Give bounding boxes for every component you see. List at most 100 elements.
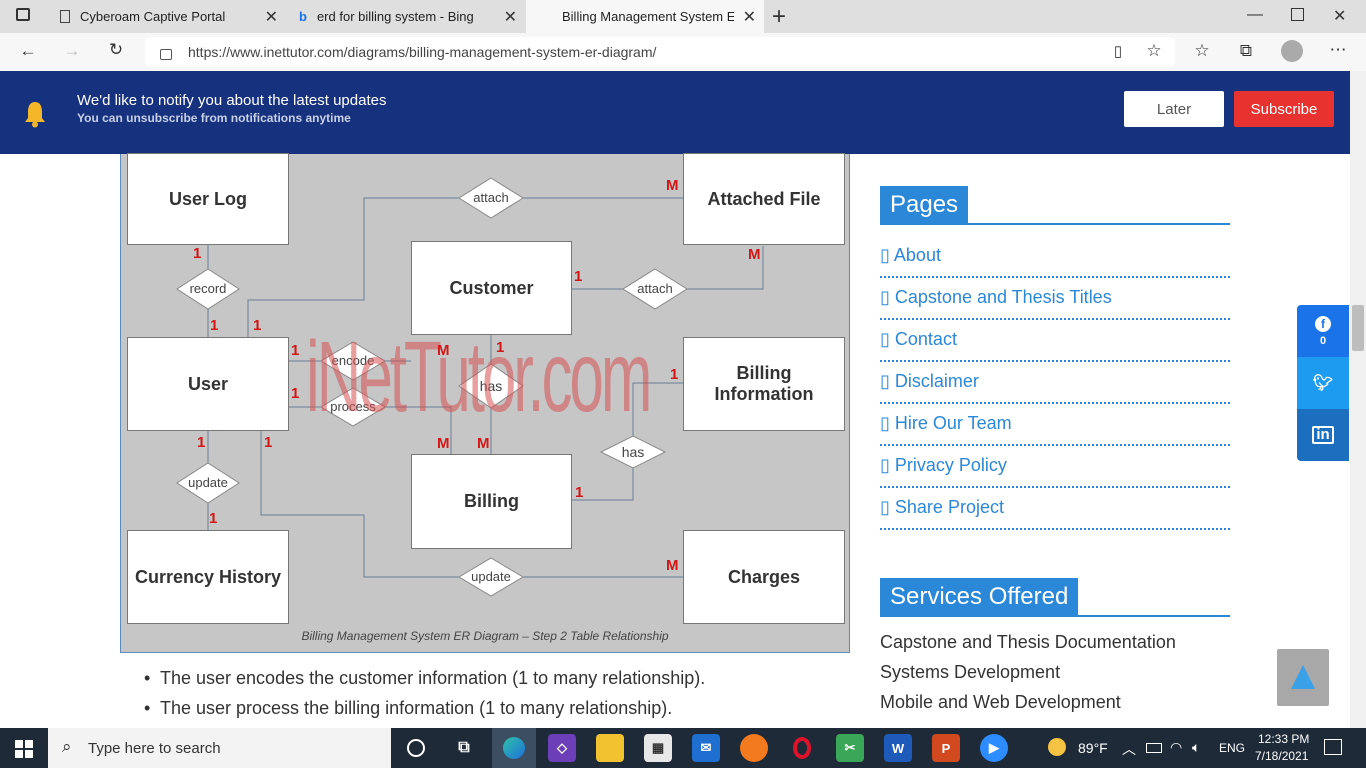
- cardinality-marker: 1: [193, 245, 202, 262]
- search-icon: ⌕: [62, 737, 72, 756]
- entity-billing-information: Billing Information: [683, 337, 845, 431]
- cardinality-marker: 1: [291, 385, 300, 402]
- mail-icon[interactable]: ✉: [692, 734, 720, 762]
- sidebar-item-hire[interactable]: ▯ Hire Our Team: [880, 404, 1230, 446]
- er-diagram: User Log Attached File Customer User Bil…: [120, 153, 850, 653]
- zoom-icon[interactable]: ▶: [980, 734, 1008, 762]
- snipping-icon[interactable]: ✂: [836, 734, 864, 762]
- opera-icon[interactable]: [788, 734, 816, 762]
- close-icon[interactable]: ✕: [743, 7, 756, 27]
- sidebar-link[interactable]: ▯ Contact: [880, 329, 957, 350]
- powerpoint-icon[interactable]: P: [932, 734, 960, 762]
- tab-billing-erd[interactable]: Billing Management System ER D ✕: [526, 0, 764, 33]
- language-indicator[interactable]: ENG: [1219, 741, 1245, 755]
- task-view-icon[interactable]: ⧉: [450, 734, 478, 762]
- reader-icon[interactable]: ▯: [1106, 42, 1130, 60]
- tab-cyberoam[interactable]: Cyberoam Captive Portal ✕: [48, 0, 286, 33]
- refresh-icon[interactable]: ↻: [104, 40, 128, 60]
- sidebar-link[interactable]: ▯ Capstone and Thesis Titles: [880, 287, 1112, 308]
- volume-icon[interactable]: 🔈︎: [1192, 739, 1200, 756]
- wifi-icon[interactable]: ◠: [1170, 739, 1182, 756]
- pages-heading: Pages: [880, 186, 1230, 225]
- sidebar-item-disclaimer[interactable]: ▯ Disclaimer: [880, 362, 1230, 404]
- battery-icon[interactable]: [1146, 743, 1162, 753]
- sidebar-item-share[interactable]: ▯ Share Project: [880, 488, 1230, 530]
- minimize-icon[interactable]: —: [1247, 6, 1263, 24]
- taskbar-search[interactable]: ⌕ Type here to search: [48, 728, 391, 768]
- window-close-icon[interactable]: ✕: [1333, 6, 1346, 26]
- services-heading: Services Offered: [880, 578, 1230, 617]
- url-text[interactable]: https://www.inettutor.com/diagrams/billi…: [188, 44, 656, 60]
- back-to-top-button[interactable]: [1277, 649, 1329, 706]
- sidebar-link[interactable]: ▯ Disclaimer: [880, 371, 979, 392]
- facebook-share-button[interactable]: f 0: [1297, 305, 1349, 357]
- notify-title: We'd like to notify you about the latest…: [77, 92, 387, 109]
- linkedin-share-button[interactable]: in: [1297, 409, 1349, 461]
- cardinality-marker: 1: [496, 339, 505, 356]
- relationship-update: update: [471, 569, 511, 584]
- profile-icon[interactable]: [1281, 40, 1303, 62]
- word-icon[interactable]: W: [884, 734, 912, 762]
- cardinality-marker: M: [666, 177, 679, 194]
- add-favorite-icon[interactable]: ☆: [1142, 41, 1166, 61]
- forward-icon[interactable]: →: [60, 41, 84, 61]
- maximize-icon[interactable]: [1291, 8, 1304, 21]
- lock-icon[interactable]: [160, 49, 172, 60]
- chevron-up-icon[interactable]: ︿: [1122, 739, 1136, 759]
- store-icon[interactable]: ▦: [644, 734, 672, 762]
- search-placeholder: Type here to search: [88, 740, 221, 757]
- twitter-share-button[interactable]: 🐦︎: [1297, 357, 1349, 409]
- back-icon[interactable]: ←: [16, 41, 40, 61]
- relationship-attach: attach: [637, 281, 673, 296]
- facebook-icon: f: [1315, 315, 1331, 332]
- file-explorer-icon[interactable]: [596, 734, 624, 762]
- twitter-icon: 🐦︎: [1312, 375, 1334, 392]
- tab-title: Billing Management System ER D: [562, 9, 734, 24]
- visual-studio-icon[interactable]: ◇: [548, 734, 576, 762]
- watermark-logo: iNetTutor.com: [306, 321, 652, 433]
- tab-actions-icon[interactable]: [16, 8, 30, 21]
- close-icon[interactable]: ✕: [504, 7, 517, 27]
- cardinality-marker: 1: [574, 268, 583, 285]
- sidebar-item-contact[interactable]: ▯ Contact: [880, 320, 1230, 362]
- sidebar-item-about[interactable]: ▯ About: [880, 236, 1230, 278]
- close-icon[interactable]: ✕: [265, 7, 278, 27]
- windows-start-icon[interactable]: [15, 740, 33, 758]
- collections-icon[interactable]: ⧉: [1234, 41, 1258, 61]
- weather-icon[interactable]: [1048, 738, 1066, 756]
- scrollbar-thumb[interactable]: [1352, 305, 1364, 351]
- cortana-icon[interactable]: [402, 734, 430, 762]
- clock-time[interactable]: 12:33 PM: [1258, 732, 1309, 746]
- subscribe-button[interactable]: Subscribe: [1234, 91, 1334, 127]
- sidebar-link[interactable]: ▯ Share Project: [880, 497, 1004, 518]
- sidebar-item-privacy[interactable]: ▯ Privacy Policy: [880, 446, 1230, 488]
- relationship-update: update: [188, 475, 228, 490]
- firefox-icon[interactable]: [740, 734, 768, 762]
- entity-user-log: User Log: [127, 153, 289, 245]
- sidebar-link[interactable]: ▯ Privacy Policy: [880, 455, 1007, 476]
- cardinality-marker: 1: [209, 510, 218, 527]
- cardinality-marker: 1: [210, 317, 219, 334]
- sidebar-link[interactable]: ▯ Hire Our Team: [880, 413, 1012, 434]
- cardinality-marker: 1: [253, 317, 262, 334]
- cardinality-marker: 1: [670, 366, 679, 383]
- new-tab-icon[interactable]: +: [772, 3, 786, 31]
- favorites-icon[interactable]: ☆: [1190, 41, 1214, 61]
- clock-date[interactable]: 7/18/2021: [1255, 749, 1308, 763]
- tab-title: Cyberoam Captive Portal: [80, 9, 226, 24]
- edge-icon[interactable]: [492, 728, 536, 768]
- cardinality-marker: M: [437, 342, 450, 359]
- list-item: The user process the billing information…: [144, 698, 672, 719]
- more-icon[interactable]: ⋯: [1326, 40, 1350, 60]
- sidebar-item-capstone[interactable]: ▯ Capstone and Thesis Titles: [880, 278, 1230, 320]
- tab-bing[interactable]: b erd for billing system - Bing ✕: [287, 0, 525, 33]
- sidebar-link[interactable]: ▯ About: [880, 245, 941, 266]
- arrow-up-icon: [1291, 665, 1315, 689]
- service-item: Systems Development: [880, 662, 1061, 682]
- cardinality-marker: 1: [197, 434, 206, 451]
- later-button[interactable]: Later: [1124, 91, 1224, 127]
- weather-temp[interactable]: 89°F: [1078, 740, 1108, 756]
- entity-attached-file: Attached File: [683, 153, 845, 245]
- notifications-icon[interactable]: [1324, 739, 1342, 755]
- page-scrollbar[interactable]: [1350, 71, 1366, 728]
